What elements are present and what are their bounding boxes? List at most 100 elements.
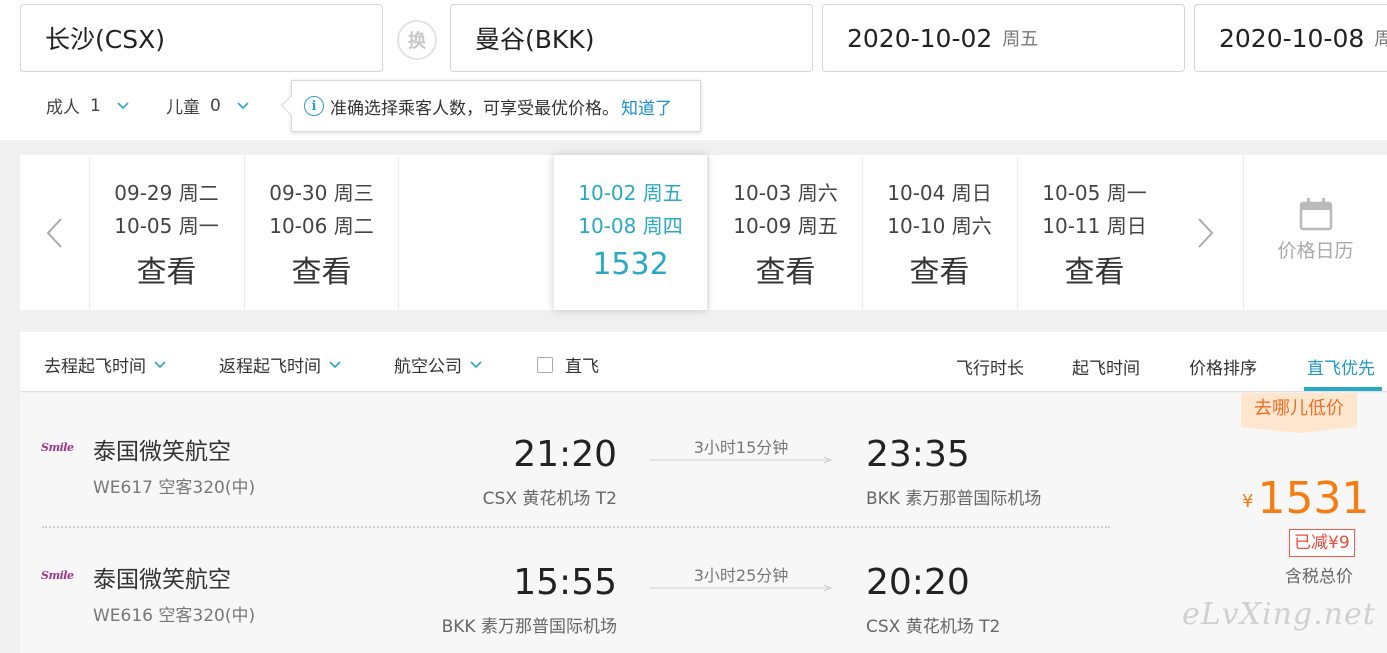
arrival-airport: BKK 素万那普国际机场 xyxy=(866,489,1042,509)
destination-value: 曼谷(BKK) xyxy=(475,25,595,54)
departure-airport: CSX 黄花机场 T2 xyxy=(482,489,617,509)
child-label: 儿童 xyxy=(166,98,200,118)
duration-arrow-icon xyxy=(650,584,832,592)
depart-weekday: 周五 xyxy=(1002,29,1039,50)
return-date-field[interactable]: 2020-10-08 周四 xyxy=(1194,4,1387,72)
calendar-icon xyxy=(1244,197,1387,236)
return-weekday: 周四 xyxy=(1374,25,1387,51)
tip-text: 准确选择乘客人数，可享受最优价格。 xyxy=(330,98,619,119)
date-cell[interactable]: 10-05 周一 10-11 周日 查看 xyxy=(1017,155,1171,310)
date-cell-depart: 10-04 周日 xyxy=(887,181,992,205)
tip-dismiss-link[interactable]: 知道了 xyxy=(621,94,672,119)
sort-departure-tab[interactable]: 起飞时间 xyxy=(1072,354,1140,379)
sort-duration-tab[interactable]: 飞行时长 xyxy=(956,354,1024,379)
date-cell-return: 10-05 周一 xyxy=(114,214,219,238)
adult-count-select[interactable]: 成人 1 xyxy=(46,93,129,118)
date-cell-value: 查看 xyxy=(909,255,970,290)
date-cell-return: 10-11 周日 xyxy=(1042,214,1147,238)
chevron-down-icon xyxy=(470,360,482,368)
origin-field[interactable]: 长沙(CSX) xyxy=(20,4,383,72)
date-cell-return: 10-06 周二 xyxy=(269,214,374,238)
currency-symbol: ¥ xyxy=(1242,491,1254,512)
flight-number: WE616 空客320(中) xyxy=(93,606,256,626)
destination-field[interactable]: 曼谷(BKK) xyxy=(450,4,813,72)
return-date-value: 2020-10-08 xyxy=(1219,23,1365,53)
direct-only-label: 直飞 xyxy=(565,357,599,377)
return-time-filter-label: 返程起飞时间 xyxy=(219,357,321,377)
chevron-left-icon xyxy=(46,217,62,248)
adult-label: 成人 xyxy=(46,98,80,118)
date-cell-empty xyxy=(398,155,552,310)
passenger-tip-popover: i 准确选择乘客人数，可享受最优价格。 知道了 xyxy=(291,80,701,132)
date-cell[interactable]: 09-29 周二 10-05 周一 查看 xyxy=(89,155,243,310)
date-cell-depart: 10-03 周六 xyxy=(733,181,838,205)
tax-note: 含税总价 xyxy=(1285,567,1353,587)
chevron-right-icon xyxy=(1198,217,1214,248)
direct-only-checkbox[interactable] xyxy=(537,356,553,373)
date-cell-return: 10-08 周四 xyxy=(578,214,683,238)
swap-button[interactable]: 换 xyxy=(397,20,437,60)
depart-time-filter[interactable]: 去程起飞时间 xyxy=(44,352,166,377)
chevron-down-icon xyxy=(237,101,249,109)
price-calendar-label: 价格日历 xyxy=(1277,240,1354,262)
date-cell-value: 查看 xyxy=(136,255,197,290)
child-count: 0 xyxy=(210,95,221,116)
origin-value: 长沙(CSX) xyxy=(45,25,165,54)
date-cell-depart: 10-02 周五 xyxy=(578,181,683,205)
adult-count: 1 xyxy=(90,95,101,116)
logo-text: Smile xyxy=(41,441,74,454)
total-price[interactable]: ¥1531 xyxy=(1242,473,1369,524)
return-time-filter[interactable]: 返程起飞时间 xyxy=(219,352,341,377)
discount-badge: 已减¥9 xyxy=(1289,529,1355,557)
date-cell[interactable]: 09-30 周三 10-06 周二 查看 xyxy=(244,155,398,310)
duration-arrow-icon xyxy=(650,456,832,464)
promo-ribbon: 去哪儿低价 xyxy=(1241,393,1357,433)
chevron-down-icon xyxy=(117,101,129,109)
date-cell-selected[interactable]: 10-02 周五 10-08 周四 1532 xyxy=(553,155,707,310)
date-cell-value: 查看 xyxy=(291,255,352,290)
airline-name: 泰国微笑航空 xyxy=(93,439,231,465)
airline-logo: Smile xyxy=(41,441,81,457)
date-cell-depart: 09-30 周三 xyxy=(269,181,374,205)
depart-date-value: 2020-10-02 xyxy=(847,23,993,53)
swap-icon: 换 xyxy=(408,31,426,52)
logo-text: Smile xyxy=(41,569,74,582)
date-cell-depart: 10-05 周一 xyxy=(1042,181,1147,205)
date-cell-value: 查看 xyxy=(1064,255,1125,290)
flight-number: WE617 空客320(中) xyxy=(93,478,256,498)
date-cell-return: 10-09 周五 xyxy=(733,214,838,238)
arrival-time: 23:35 xyxy=(866,434,970,475)
chevron-down-icon xyxy=(154,360,166,368)
arrival-time: 20:20 xyxy=(866,562,970,603)
next-dates-button[interactable] xyxy=(1172,155,1240,310)
date-cell-depart: 09-29 周二 xyxy=(114,181,219,205)
departure-airport: BKK 素万那普国际机场 xyxy=(441,617,617,637)
active-sort-indicator xyxy=(1304,387,1382,391)
chevron-down-icon xyxy=(329,360,341,368)
depart-time-filter-label: 去程起飞时间 xyxy=(44,357,146,377)
airline-name: 泰国微笑航空 xyxy=(93,567,231,593)
departure-time: 15:55 xyxy=(513,562,617,603)
direct-only-filter[interactable]: 直飞 xyxy=(537,352,599,377)
prev-dates-button[interactable] xyxy=(20,155,88,310)
departure-time: 21:20 xyxy=(513,434,617,475)
search-bar: 长沙(CSX) 换 曼谷(BKK) 2020-10-02 周五 2020-10-… xyxy=(0,0,1387,140)
sort-direct-first-tab[interactable]: 直飞优先 xyxy=(1307,354,1375,379)
date-cell-value: 查看 xyxy=(755,255,816,290)
sort-price-tab[interactable]: 价格排序 xyxy=(1189,354,1257,379)
date-cell[interactable]: 10-03 周六 10-09 周五 查看 xyxy=(708,155,862,310)
airline-filter[interactable]: 航空公司 xyxy=(394,352,482,377)
price-value: 1531 xyxy=(1257,473,1370,524)
leg-divider xyxy=(42,526,1110,528)
depart-date-field[interactable]: 2020-10-02 周五 xyxy=(822,4,1185,72)
airline-filter-label: 航空公司 xyxy=(394,357,462,377)
watermark: eLvXing.net xyxy=(1182,597,1376,632)
price-calendar-button[interactable]: 价格日历 xyxy=(1243,155,1387,310)
date-price-strip: 09-29 周二 10-05 周一 查看 09-30 周三 10-06 周二 查… xyxy=(20,155,1387,310)
filter-bar: 去程起飞时间 返程起飞时间 航空公司 直飞 飞行时长 起飞时间 价格排序 直飞优… xyxy=(20,332,1387,392)
info-icon: i xyxy=(304,96,324,116)
date-cell-return: 10-10 周六 xyxy=(887,214,992,238)
child-count-select[interactable]: 儿童 0 xyxy=(166,93,249,118)
arrival-airport: CSX 黄花机场 T2 xyxy=(866,617,1001,637)
date-cell[interactable]: 10-04 周日 10-10 周六 查看 xyxy=(862,155,1016,310)
